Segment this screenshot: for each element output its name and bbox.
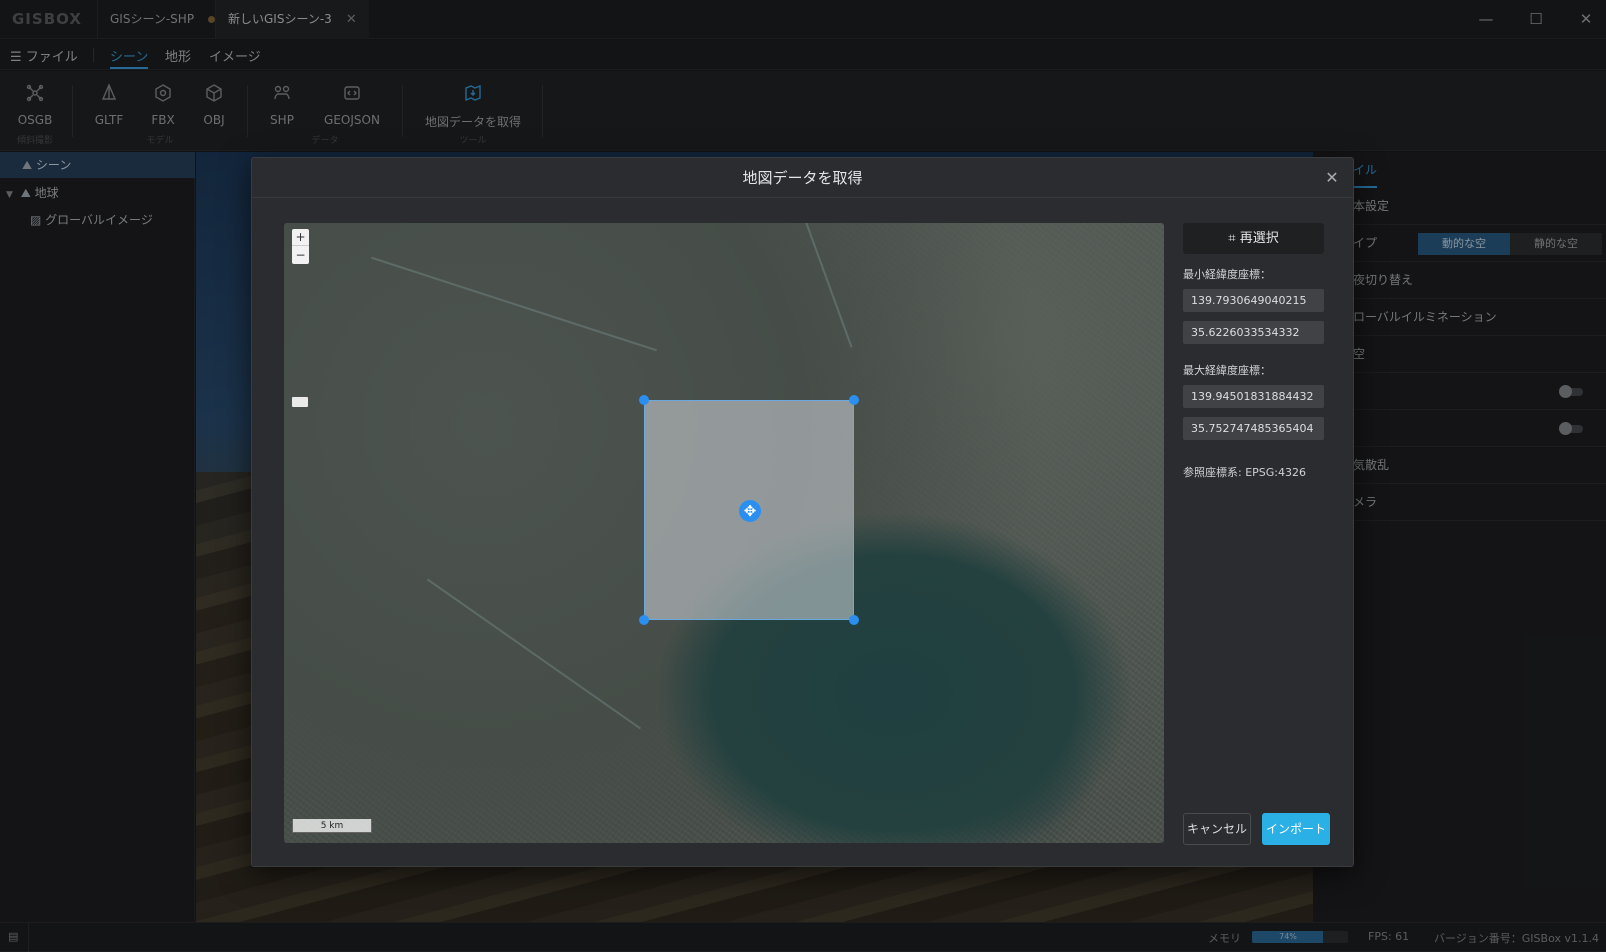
reselect-button[interactable]: ⌗ 再選択 bbox=[1183, 223, 1324, 254]
zoom-out-button[interactable]: − bbox=[292, 247, 309, 264]
get-map-data-dialog: 地図データを取得 ✕ + − ✥ 5 km ⌗ 再選択 最小経緯度座標： 139… bbox=[251, 157, 1354, 867]
resize-handle-bottom-left[interactable] bbox=[639, 615, 649, 625]
zoom-control: + − bbox=[292, 229, 309, 264]
selection-rectangle[interactable]: ✥ bbox=[639, 395, 859, 625]
max-longitude-field[interactable]: 139.94501831884432 bbox=[1183, 385, 1324, 408]
satellite-map[interactable]: + − ✥ 5 km bbox=[284, 223, 1164, 843]
import-button[interactable]: インポート bbox=[1262, 813, 1330, 845]
dialog-close-icon[interactable]: ✕ bbox=[1322, 168, 1342, 188]
max-coord-label: 最大経緯度座標： bbox=[1183, 364, 1271, 377]
resize-handle-top-right[interactable] bbox=[849, 395, 859, 405]
reselect-label: 再選択 bbox=[1239, 231, 1279, 246]
reference-crs-label: 参照座標系: EPSG:4326 bbox=[1183, 466, 1306, 479]
move-icon[interactable]: ✥ bbox=[739, 500, 761, 522]
min-latitude-field[interactable]: 35.6226033534332 bbox=[1183, 321, 1324, 344]
river-line bbox=[426, 578, 642, 730]
river-line bbox=[371, 256, 657, 352]
dialog-title: 地図データを取得 bbox=[252, 158, 1353, 198]
resize-handle-top-left[interactable] bbox=[639, 395, 649, 405]
map-scale-bar: 5 km bbox=[292, 819, 372, 833]
min-longitude-field[interactable]: 139.7930649040215 bbox=[1183, 289, 1324, 312]
layer-toggle-button[interactable] bbox=[292, 397, 308, 407]
crop-icon: ⌗ bbox=[1228, 231, 1236, 246]
river-line bbox=[775, 223, 853, 348]
resize-handle-bottom-right[interactable] bbox=[849, 615, 859, 625]
max-latitude-field[interactable]: 35.752747485365404 bbox=[1183, 417, 1324, 440]
min-coord-label: 最小経緯度座標： bbox=[1183, 268, 1271, 281]
cancel-button[interactable]: キャンセル bbox=[1183, 813, 1251, 845]
zoom-in-button[interactable]: + bbox=[292, 229, 309, 246]
